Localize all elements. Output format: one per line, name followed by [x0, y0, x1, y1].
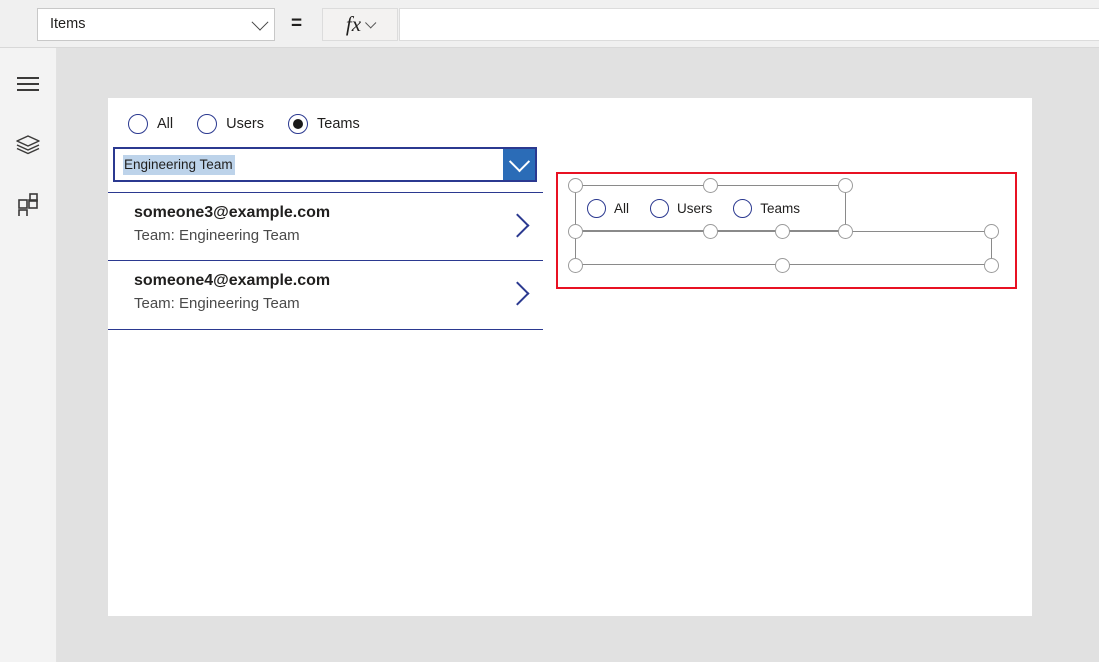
radio-label: Teams — [317, 116, 360, 132]
handle-bottom-left[interactable] — [568, 258, 583, 273]
left-rail — [0, 48, 57, 662]
radio-circle-icon — [128, 114, 148, 134]
team-combobox-input[interactable]: Engineering Team — [115, 149, 503, 180]
gallery-item-title: someone4@example.com — [134, 272, 331, 290]
sidebar-item-insert[interactable] — [0, 181, 56, 227]
chevron-right-icon[interactable] — [505, 281, 530, 306]
handle-outer-right-top[interactable] — [984, 224, 999, 239]
team-combobox-dropdown-button[interactable] — [503, 149, 535, 180]
equals-sign: = — [291, 13, 303, 34]
radio-label: All — [157, 116, 174, 132]
gallery-item[interactable]: someone4@example.com Team: Engineering T… — [108, 260, 543, 331]
chevron-down-icon — [508, 151, 530, 173]
radio-circle-icon — [197, 114, 218, 134]
canvas-workspace: All Users Teams Engineering Team someone… — [57, 48, 1099, 662]
chevron-down-icon — [251, 13, 269, 31]
handle-outer-center[interactable] — [775, 224, 790, 239]
gallery-item-title: someone3@example.com — [134, 204, 331, 221]
handle-mid-left[interactable] — [568, 224, 583, 239]
app-canvas[interactable]: All Users Teams Engineering Team someone… — [108, 98, 1032, 616]
handle-top-center[interactable] — [703, 178, 718, 193]
fx-button[interactable]: fx — [322, 8, 398, 41]
chevron-down-icon — [365, 16, 377, 29]
sidebar-item-menu[interactable] — [0, 61, 56, 107]
layers-icon — [16, 135, 40, 155]
components-grid-icon — [18, 193, 38, 216]
property-select-label: Items — [50, 16, 86, 33]
handle-top-left[interactable] — [568, 178, 583, 193]
team-combobox-value: Engineering Team — [123, 154, 235, 175]
gallery-item-subtitle: Team: Engineering Team — [134, 227, 300, 244]
radio-option-users[interactable]: Users — [197, 114, 288, 134]
property-select[interactable]: Items — [37, 8, 275, 41]
gallery-item-subtitle: Team: Engineering Team — [134, 295, 300, 313]
formula-bar: Items = fx — [0, 0, 1099, 48]
handle-inner-center[interactable] — [703, 224, 718, 239]
chevron-right-icon[interactable] — [505, 213, 530, 238]
handle-mid-right[interactable] — [838, 224, 853, 239]
handle-top-right[interactable] — [838, 178, 853, 193]
filter-radio-group[interactable]: All Users Teams — [128, 110, 384, 138]
hamburger-icon — [17, 77, 39, 91]
formula-input[interactable] — [399, 8, 1099, 41]
handle-bottom-right[interactable] — [984, 258, 999, 273]
radio-circle-selected-icon — [288, 114, 308, 134]
radio-option-teams[interactable]: Teams — [288, 114, 384, 134]
members-gallery[interactable]: someone3@example.com Team: Engineering T… — [108, 192, 543, 331]
sidebar-item-tree-view[interactable] — [0, 121, 56, 167]
radio-label: Users — [226, 116, 264, 132]
gallery-item[interactable]: someone3@example.com Team: Engineering T… — [108, 192, 543, 262]
handle-bottom-center[interactable] — [775, 258, 790, 273]
team-combobox[interactable]: Engineering Team — [113, 147, 537, 182]
fx-icon: fx — [345, 12, 362, 36]
radio-option-all[interactable]: All — [128, 114, 197, 134]
